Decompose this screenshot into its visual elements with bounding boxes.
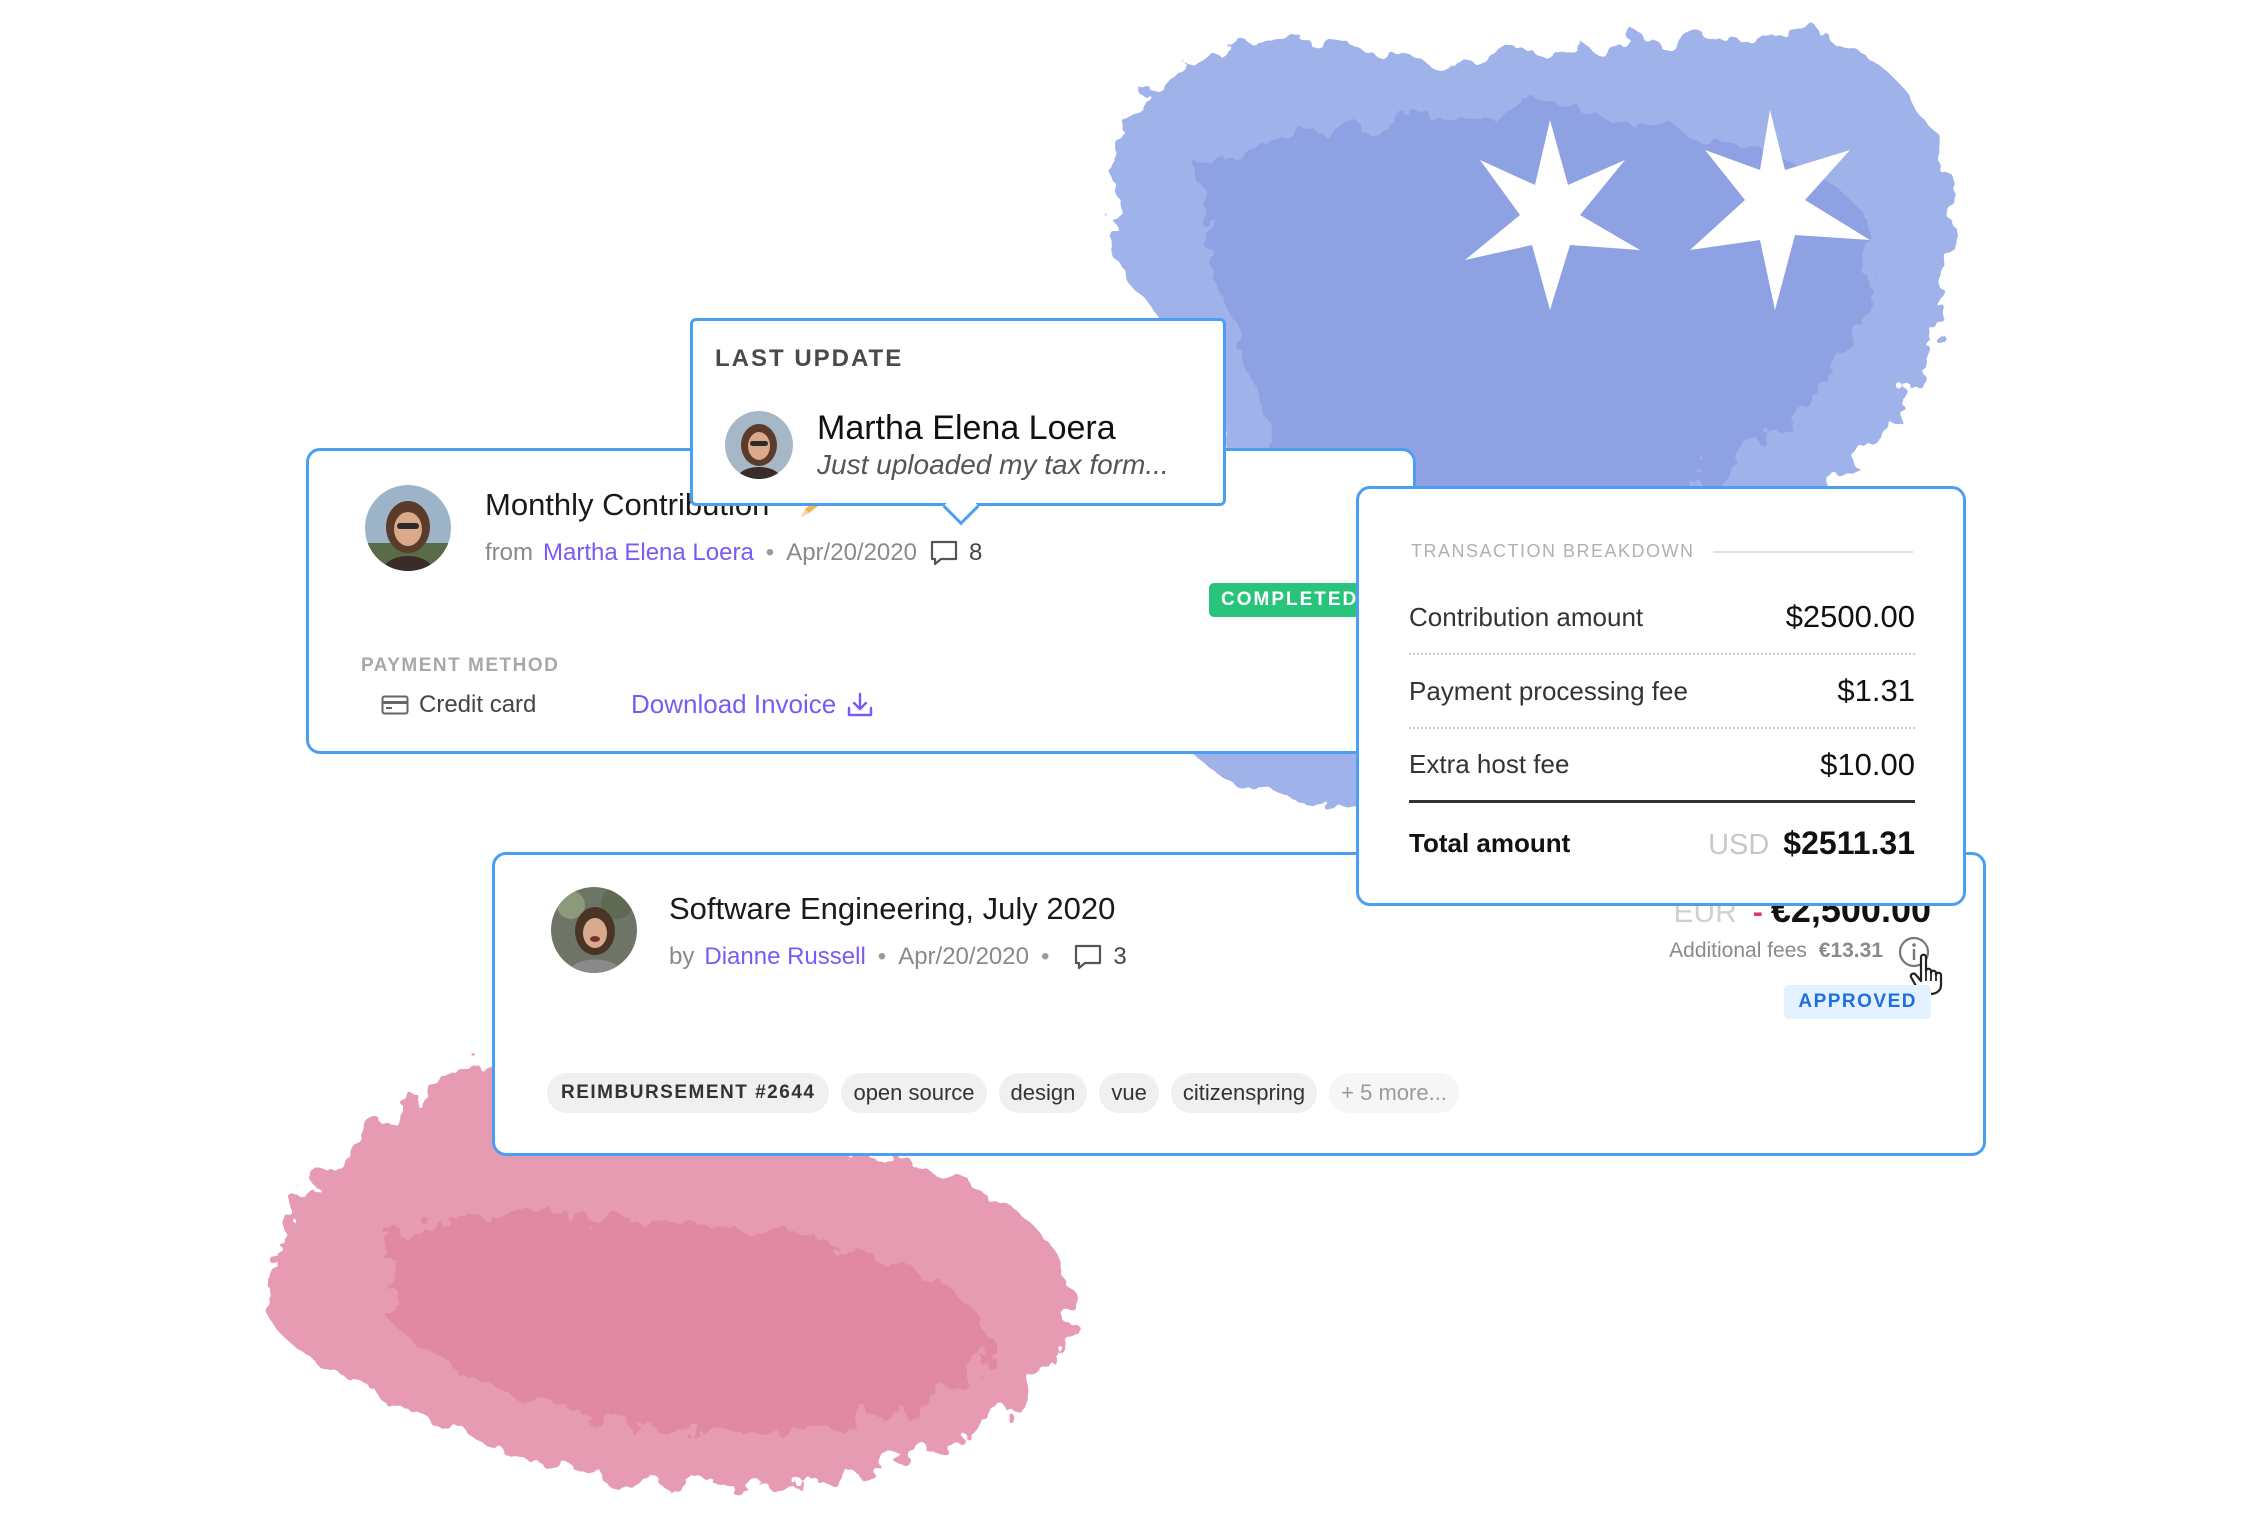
- breakdown-rows: Contribution amount $2500.00 Payment pro…: [1409, 581, 1915, 883]
- by-prefix: by: [669, 943, 695, 970]
- separator-dot: •: [765, 539, 775, 566]
- total-currency: USD: [1708, 828, 1770, 861]
- download-invoice-button[interactable]: Download Invoice: [631, 689, 874, 720]
- separator-dot: •: [877, 943, 887, 970]
- additional-fees: Additional fees €13.31: [1669, 939, 1883, 963]
- breakdown-row: Contribution amount $2500.00: [1409, 581, 1915, 655]
- contributor-avatar[interactable]: [365, 485, 451, 571]
- breakdown-title: TRANSACTION BREAKDOWN: [1411, 541, 1695, 561]
- payment-method-label: PAYMENT METHOD: [361, 655, 560, 676]
- total-label: Total amount: [1409, 827, 1571, 858]
- row-label: Payment processing fee: [1409, 675, 1688, 706]
- tag-list: REIMBURSEMENT #2644 open source design v…: [547, 1073, 1459, 1113]
- popover-label: LAST UPDATE: [715, 345, 904, 372]
- popover-name: Martha Elena Loera: [817, 409, 1116, 447]
- tag-vue[interactable]: vue: [1099, 1073, 1159, 1113]
- expense-meta: by Dianne Russell • Apr/20/2020 • 3: [669, 943, 1127, 971]
- comment-icon[interactable]: [1073, 943, 1103, 971]
- from-prefix: from: [485, 539, 533, 566]
- status-badge-approved: APPROVED: [1784, 985, 1931, 1019]
- popover-avatar: [725, 411, 793, 479]
- credit-card-icon: [381, 695, 409, 715]
- tag-design[interactable]: design: [998, 1073, 1088, 1113]
- row-value: $10.00: [1820, 746, 1915, 782]
- payment-method-value: Credit card: [381, 691, 536, 719]
- submitter-avatar[interactable]: [551, 887, 637, 973]
- tag-citizenspring[interactable]: citizenspring: [1170, 1073, 1318, 1113]
- download-icon[interactable]: [846, 691, 874, 719]
- payment-method-text: Credit card: [419, 691, 537, 718]
- total-amount: USD $2511.31: [1708, 825, 1915, 862]
- breakdown-total-row: Total amount USD $2511.31: [1409, 803, 1915, 883]
- comment-icon[interactable]: [929, 539, 959, 567]
- transaction-breakdown-card: TRANSACTION BREAKDOWN Contribution amoun…: [1356, 486, 1966, 906]
- more-tags-button[interactable]: + 5 more...: [1329, 1073, 1459, 1113]
- submitter-link[interactable]: Dianne Russell: [704, 943, 865, 971]
- row-label: Extra host fee: [1409, 749, 1570, 779]
- expense-type-tag[interactable]: REIMBURSEMENT #2644: [547, 1073, 830, 1113]
- contribution-date: Apr/20/2020: [786, 539, 917, 566]
- row-value: $1.31: [1837, 673, 1915, 708]
- tag-open-source[interactable]: open source: [841, 1073, 987, 1113]
- comment-count: 8: [968, 539, 983, 566]
- row-value: $2500.00: [1785, 599, 1915, 634]
- expense-date: Apr/20/2020: [898, 943, 1029, 970]
- status-badge-completed: COMPLETED: [1209, 583, 1371, 617]
- total-value: $2511.31: [1783, 824, 1915, 861]
- last-update-popover: LAST UPDATE Martha Elena Loera Just uplo…: [690, 318, 1226, 506]
- comment-count: 3: [1113, 943, 1127, 970]
- fees-label: Additional fees: [1669, 939, 1807, 962]
- contributor-link[interactable]: Martha Elena Loera: [543, 539, 754, 567]
- breakdown-header: TRANSACTION BREAKDOWN: [1411, 541, 1913, 562]
- contribution-meta: from Martha Elena Loera • Apr/20/2020 8: [485, 539, 982, 567]
- breakdown-row: Payment processing fee $1.31: [1409, 655, 1915, 729]
- expense-title[interactable]: Software Engineering, July 2020: [669, 891, 1115, 927]
- breakdown-row: Extra host fee $10.00: [1409, 729, 1915, 803]
- popover-message: Just uploaded my tax form...: [817, 449, 1169, 480]
- separator-dot: •: [1040, 943, 1050, 970]
- row-label: Contribution amount: [1409, 601, 1644, 632]
- download-invoice-label[interactable]: Download Invoice: [631, 689, 836, 720]
- breakdown-divider: [1712, 550, 1913, 553]
- fees-value: €13.31: [1818, 939, 1883, 962]
